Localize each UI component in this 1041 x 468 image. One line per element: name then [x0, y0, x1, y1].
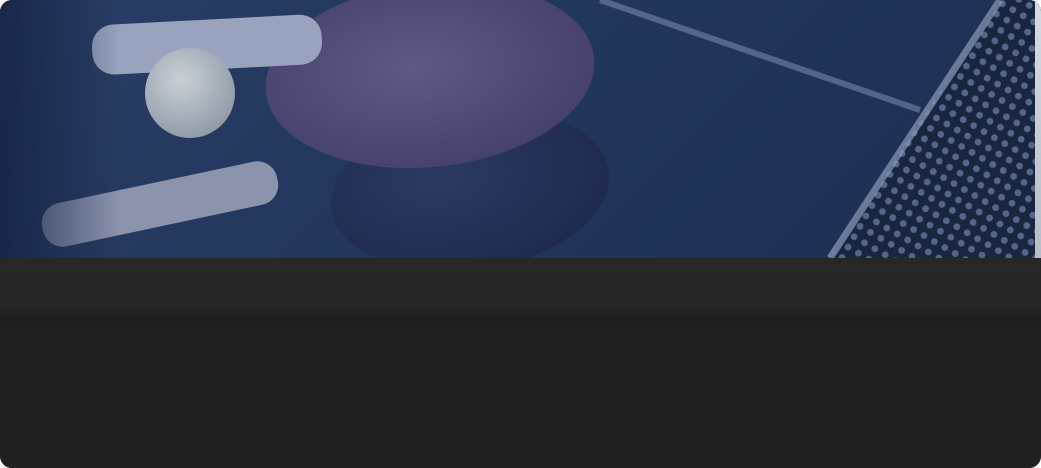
- hero-edge-highlight: [1035, 0, 1041, 258]
- table-tennis-illustration: [0, 0, 1041, 258]
- hero-image: [0, 0, 1041, 258]
- content-card: [0, 0, 1041, 468]
- card-header-band: [0, 258, 1041, 324]
- card-body: [0, 324, 1041, 468]
